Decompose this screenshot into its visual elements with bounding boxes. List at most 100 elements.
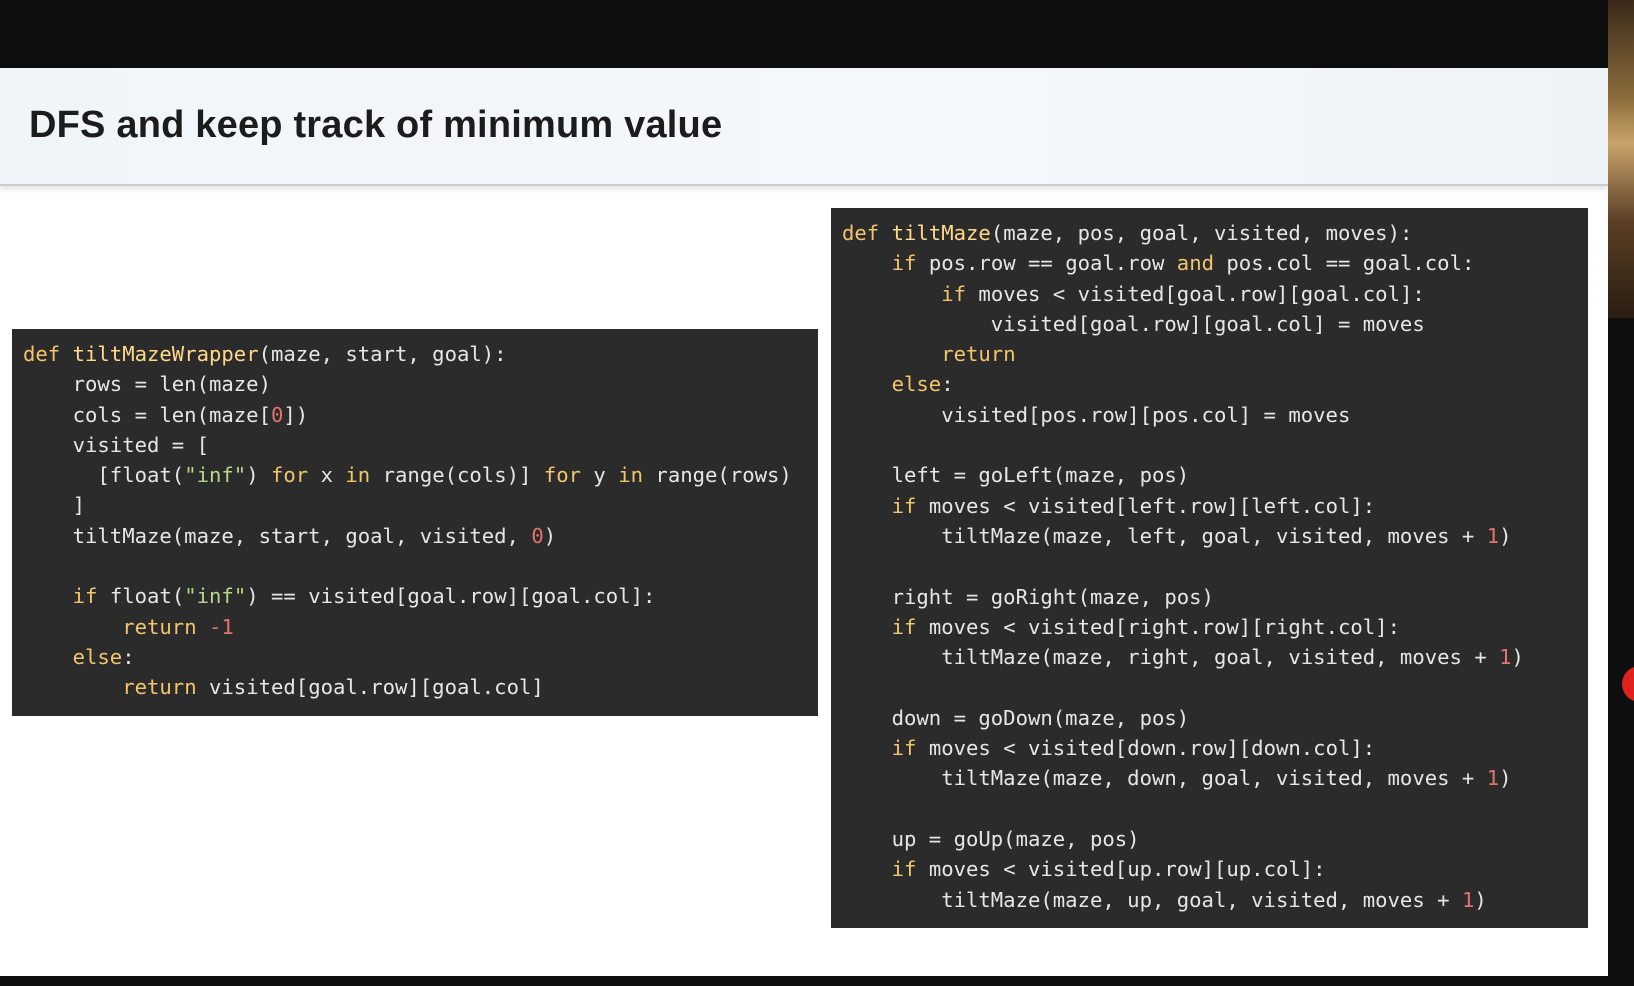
code-token: moves < visited[left.row][left.col]: xyxy=(916,493,1376,518)
code-token: tiltMaze(maze, down, goal, visited, move… xyxy=(842,766,1487,791)
code-line: tiltMaze(maze, right, goal, visited, mov… xyxy=(842,645,1524,669)
code-line: tiltMaze(maze, start, goal, visited, 0) xyxy=(23,523,557,548)
code-number: 0 xyxy=(531,523,544,548)
recording-indicator-icon xyxy=(1622,666,1634,702)
code-token: left = goLeft(maze, pos) xyxy=(842,463,1190,488)
code-token: float( xyxy=(97,584,185,609)
code-number: -1 xyxy=(209,614,234,639)
code-token: (maze, pos, goal, visited, moves): xyxy=(990,221,1413,245)
code-token: ) xyxy=(246,463,271,488)
code-line: else: xyxy=(842,372,954,396)
code-line: return -1 xyxy=(23,615,234,639)
code-keyword: if xyxy=(891,736,917,761)
code-token: visited[goal.row][goal.col] xyxy=(196,675,544,700)
code-line: visited = [ xyxy=(23,433,209,457)
code-keyword: if xyxy=(891,493,917,518)
code-token: visited = [ xyxy=(23,432,209,457)
code-token: ) xyxy=(543,523,557,548)
code-string: "inf" xyxy=(184,584,247,609)
code-keyword: return xyxy=(122,675,197,700)
code-line: tiltMaze(maze, up, goal, visited, moves … xyxy=(842,888,1487,912)
code-token: (maze, start, goal): xyxy=(258,342,507,366)
code-token: tiltMaze(maze, up, goal, visited, moves … xyxy=(842,887,1462,912)
code-token: range(rows) xyxy=(643,463,792,488)
code-line: def tiltMaze(maze, pos, goal, visited, m… xyxy=(842,221,1412,245)
code-line: if moves < visited[down.row][down.col]: xyxy=(842,736,1376,761)
code-token: y xyxy=(581,463,619,488)
code-text: def tiltMazeWrapper(maze, start, goal): … xyxy=(23,339,807,703)
code-token: moves < visited[goal.row][goal.col]: xyxy=(966,281,1425,306)
code-keyword: if xyxy=(891,857,917,882)
code-keyword: def xyxy=(842,221,880,245)
code-line: if pos.row == goal.row and pos.col == go… xyxy=(842,251,1475,276)
code-line: if moves < visited[right.row][right.col]… xyxy=(842,615,1400,639)
code-token: pos.row == goal.row xyxy=(916,251,1177,276)
code-keyword: and xyxy=(1176,251,1214,276)
code-token: : xyxy=(122,644,135,669)
code-keyword: else xyxy=(72,644,123,669)
code-line: down = goDown(maze, pos) xyxy=(842,705,1190,730)
code-keyword: def xyxy=(23,342,61,366)
code-number: 1 xyxy=(1486,766,1500,791)
code-token: ) xyxy=(1499,766,1512,791)
code-token: ]) xyxy=(283,402,309,427)
code-token: moves < visited[down.row][down.col]: xyxy=(916,736,1376,761)
bottom-black-bar xyxy=(0,976,1634,986)
code-token: down = goDown(maze, pos) xyxy=(842,705,1190,730)
code-function-name: tiltMazeWrapper xyxy=(72,342,259,366)
slide-title: DFS and keep track of minimum value xyxy=(29,104,723,146)
code-keyword: if xyxy=(941,281,967,306)
code-number: 0 xyxy=(270,402,284,427)
code-token: visited[goal.row][goal.col] = moves xyxy=(842,311,1425,336)
code-line: up = goUp(maze, pos) xyxy=(842,827,1140,851)
code-keyword: for xyxy=(271,463,309,488)
code-line: if moves < visited[left.row][left.col]: xyxy=(842,493,1376,518)
code-block-tilt-maze: def tiltMaze(maze, pos, goal, visited, m… xyxy=(831,208,1588,928)
code-line: return xyxy=(842,342,1015,366)
code-token: moves < visited[right.row][right.col]: xyxy=(916,614,1400,639)
code-line: visited[goal.row][goal.col] = moves xyxy=(842,312,1425,336)
code-number: 1 xyxy=(1461,887,1475,912)
slide-header: DFS and keep track of minimum value xyxy=(0,68,1608,186)
code-token: up = goUp(maze, pos) xyxy=(842,826,1140,851)
code-token: pos.col == goal.col: xyxy=(1214,251,1475,276)
code-text: def tiltMaze(maze, pos, goal, visited, m… xyxy=(842,218,1577,915)
code-line: return visited[goal.row][goal.col] xyxy=(23,675,544,699)
code-token: tiltMaze(maze, right, goal, visited, mov… xyxy=(842,645,1500,670)
code-keyword: if xyxy=(891,614,917,639)
code-token: ) xyxy=(1474,887,1487,912)
code-token: : xyxy=(941,372,954,397)
code-block-tilt-maze-wrapper: def tiltMazeWrapper(maze, start, goal): … xyxy=(12,329,818,716)
code-line: ] xyxy=(23,493,85,517)
code-line: if float("inf") == visited[goal.row][goa… xyxy=(23,584,656,609)
top-black-bar xyxy=(0,0,1634,68)
code-token: moves < visited[up.row][up.col]: xyxy=(916,857,1326,882)
code-token: ] xyxy=(23,493,85,518)
code-keyword: else xyxy=(891,372,942,397)
code-token: ) == visited[goal.row][goal.col]: xyxy=(246,584,656,609)
code-keyword: if xyxy=(72,584,98,609)
code-line: tiltMaze(maze, down, goal, visited, move… xyxy=(842,766,1512,791)
code-token: cols = len(maze[ xyxy=(23,402,271,427)
code-line: visited[pos.row][pos.col] = moves xyxy=(842,403,1350,427)
code-token: right = goRight(maze, pos) xyxy=(842,584,1214,609)
code-token: tiltMaze(maze, start, goal, visited, xyxy=(23,523,532,548)
code-line: cols = len(maze[0]) xyxy=(23,402,309,427)
code-token: ) xyxy=(1511,645,1524,670)
code-token: ) xyxy=(1499,523,1512,548)
code-line: else: xyxy=(23,645,135,669)
code-keyword: in xyxy=(618,463,644,488)
code-line: if moves < visited[goal.row][goal.col]: xyxy=(842,282,1425,306)
code-line: right = goRight(maze, pos) xyxy=(842,585,1214,609)
code-token: visited[pos.row][pos.col] = moves xyxy=(842,402,1351,427)
